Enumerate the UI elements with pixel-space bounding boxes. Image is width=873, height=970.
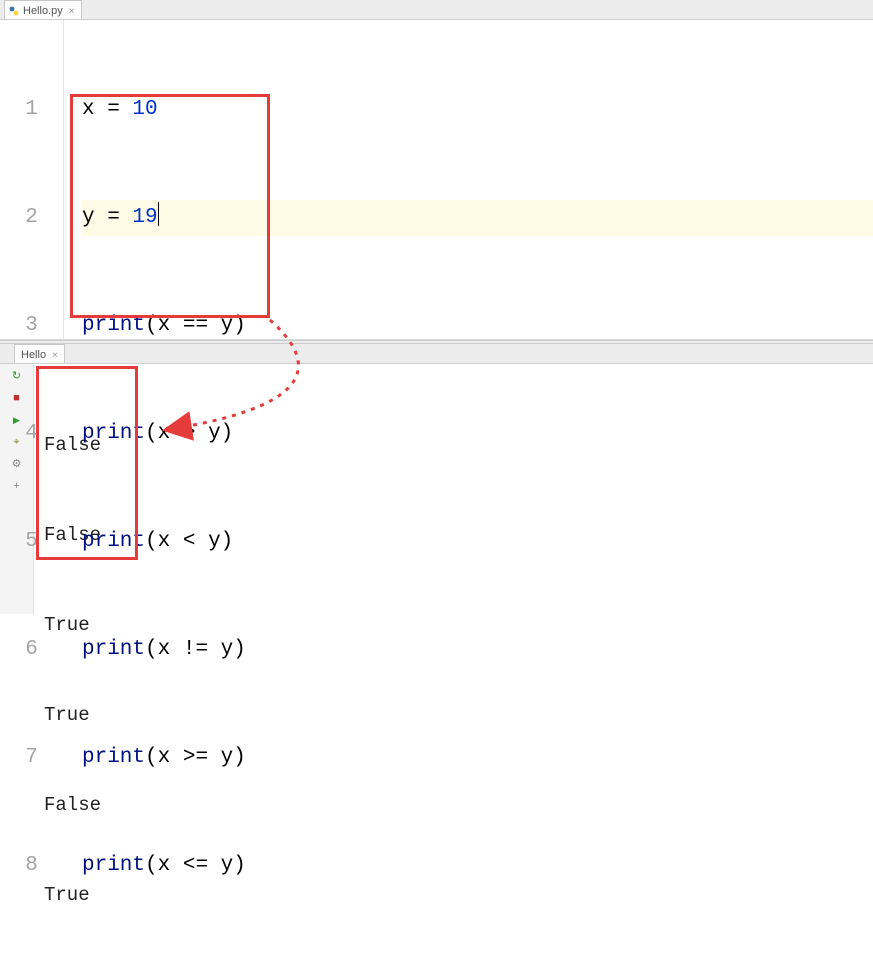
line-number-gutter: 1 2 3 4 5 6 7 8 — [0, 20, 64, 339]
paren: ) — [233, 854, 246, 877]
paren: ( — [145, 854, 158, 877]
line-number: 7 — [0, 740, 63, 776]
variable: y — [221, 854, 234, 877]
variable: y — [221, 314, 234, 337]
code-line[interactable]: print(x <= y) — [82, 848, 873, 884]
operator: > — [183, 422, 196, 445]
code-line[interactable]: print(x >= y) — [82, 740, 873, 776]
builtin-fn: print — [82, 638, 145, 661]
number-literal: 19 — [132, 206, 157, 229]
variable: y — [221, 746, 234, 769]
variable: x — [158, 638, 171, 661]
variable: x — [158, 314, 171, 337]
paren: ( — [145, 422, 158, 445]
operator: >= — [183, 746, 208, 769]
text-caret — [158, 202, 159, 226]
code-line[interactable]: print(x != y) — [82, 632, 873, 668]
operator: <= — [183, 854, 208, 877]
code-line[interactable]: print(x == y) — [82, 308, 873, 344]
variable: y — [208, 530, 221, 553]
operator: != — [183, 638, 208, 661]
paren: ) — [233, 746, 246, 769]
paren: ) — [221, 422, 234, 445]
code-line-current[interactable]: y = 19 — [82, 200, 873, 236]
paren: ( — [145, 746, 158, 769]
variable: x — [158, 530, 171, 553]
builtin-fn: print — [82, 530, 145, 553]
paren: ( — [145, 314, 158, 337]
line-number: 5 — [0, 524, 63, 560]
line-number: 3 — [0, 308, 63, 344]
code-line[interactable]: x = 10 — [82, 92, 873, 128]
paren: ) — [221, 530, 234, 553]
paren: ( — [145, 530, 158, 553]
line-number: 8 — [0, 848, 63, 884]
editor-tab-hello[interactable]: Hello.py × — [4, 0, 82, 19]
builtin-fn: print — [82, 314, 145, 337]
operator: < — [183, 530, 196, 553]
variable: x — [158, 854, 171, 877]
code-line[interactable]: print(x > y) — [82, 416, 873, 452]
close-icon[interactable]: × — [69, 6, 75, 17]
operator: = — [95, 98, 133, 121]
variable: y — [82, 206, 95, 229]
builtin-fn: print — [82, 854, 145, 877]
paren: ) — [233, 314, 246, 337]
line-number: 2 — [0, 200, 63, 236]
line-number: 6 — [0, 632, 63, 668]
variable: x — [158, 746, 171, 769]
number-literal: 10 — [132, 98, 157, 121]
code-line[interactable]: print(x < y) — [82, 524, 873, 560]
variable: x — [82, 98, 95, 121]
paren: ) — [233, 638, 246, 661]
operator: == — [183, 314, 208, 337]
operator: = — [95, 206, 133, 229]
code-editor[interactable]: 1 2 3 4 5 6 7 8 x = 10 y = 19 print(x ==… — [0, 20, 873, 340]
variable: x — [158, 422, 171, 445]
line-number: 1 — [0, 92, 63, 128]
editor-tabbar: Hello.py × — [0, 0, 873, 20]
code-body[interactable]: x = 10 y = 19 print(x == y) print(x > y)… — [64, 20, 873, 956]
line-number: 4 — [0, 416, 63, 452]
variable: y — [208, 422, 221, 445]
python-file-icon — [9, 6, 19, 16]
builtin-fn: print — [82, 422, 145, 445]
variable: y — [221, 638, 234, 661]
editor-tab-label: Hello.py — [23, 5, 63, 17]
paren: ( — [145, 638, 158, 661]
builtin-fn: print — [82, 746, 145, 769]
